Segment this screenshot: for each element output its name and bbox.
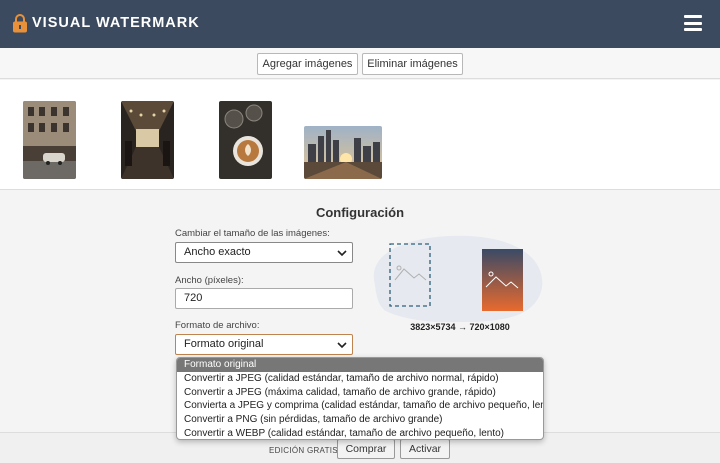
resized-image-preview bbox=[482, 249, 523, 311]
format-option[interactable]: Convierta a JPEG y comprima (calidad est… bbox=[177, 399, 543, 413]
width-label: Ancho (píxeles): bbox=[175, 275, 244, 286]
cafe-interior-photo[interactable] bbox=[121, 101, 174, 179]
hamburger-menu-icon[interactable] bbox=[684, 15, 702, 31]
street-building-photo[interactable] bbox=[23, 101, 76, 179]
buy-button[interactable]: Comprar bbox=[337, 439, 395, 459]
remove-images-button[interactable]: Eliminar imágenes bbox=[362, 53, 463, 75]
coffee-cup-photo[interactable] bbox=[219, 101, 272, 179]
resize-select-value: Ancho exacto bbox=[184, 246, 251, 258]
resize-preview bbox=[373, 235, 543, 322]
format-select-value: Formato original bbox=[184, 338, 264, 350]
add-images-button[interactable]: Agregar imágenes bbox=[257, 53, 358, 75]
edition-label: EDICIÓN GRATIS bbox=[269, 446, 338, 455]
lock-icon bbox=[13, 14, 27, 33]
app-title: VISUAL WATERMARK bbox=[32, 15, 200, 31]
thumbnail-strip bbox=[0, 80, 720, 190]
format-dropdown-list: Formato original Convertir a JPEG (calid… bbox=[176, 357, 544, 440]
format-option[interactable]: Convertir a JPEG (calidad estándar, tama… bbox=[177, 372, 543, 386]
resize-label: Cambiar el tamaño de las imágenes: bbox=[175, 228, 330, 239]
image-toolbar: Agregar imágenes Eliminar imágenes bbox=[0, 48, 720, 79]
format-option[interactable]: Convertir a JPEG (máxima calidad, tamaño… bbox=[177, 386, 543, 400]
activate-button[interactable]: Activar bbox=[400, 439, 450, 459]
format-label: Formato de archivo: bbox=[175, 320, 260, 331]
format-select[interactable]: Formato original bbox=[175, 334, 353, 355]
app-header: VISUAL WATERMARK bbox=[0, 0, 720, 48]
chevron-down-icon bbox=[337, 342, 347, 349]
settings-title: Configuración bbox=[315, 205, 405, 220]
width-input-value: 720 bbox=[184, 292, 203, 304]
chevron-down-icon bbox=[337, 250, 347, 257]
format-option[interactable]: Convertir a WEBP (calidad estándar, tama… bbox=[177, 427, 543, 439]
format-option[interactable]: Convertir a PNG (sin pérdidas, tamaño de… bbox=[177, 413, 543, 427]
dimension-readout: 3823×5734 → 720×1080 bbox=[410, 322, 510, 332]
resize-select[interactable]: Ancho exacto bbox=[175, 242, 353, 263]
width-input[interactable]: 720 bbox=[175, 288, 353, 309]
format-option[interactable]: Formato original bbox=[177, 358, 543, 372]
city-sunset-photo[interactable] bbox=[304, 126, 382, 179]
